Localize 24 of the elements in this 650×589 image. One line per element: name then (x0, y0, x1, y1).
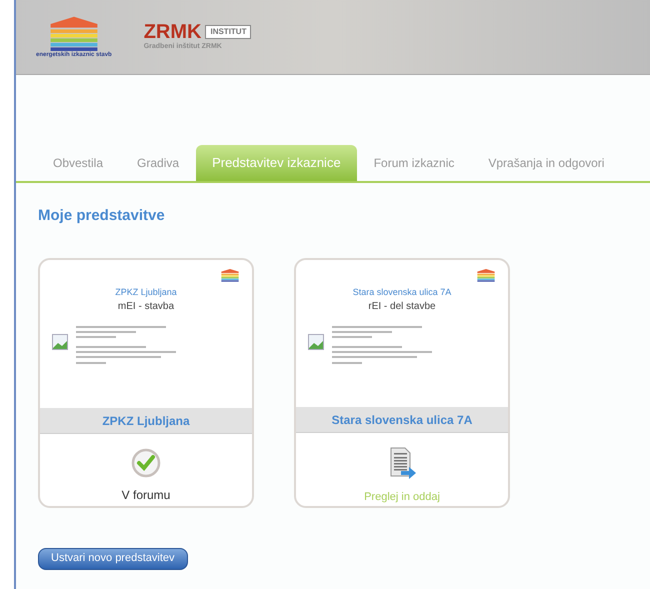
status-text[interactable]: V forumu (122, 486, 170, 504)
tab[interactable]: Forum izkaznic (356, 145, 472, 181)
card-title: Stara slovenska ulica 7A (352, 286, 452, 298)
card-subtitle: mEI - stavba (116, 300, 176, 314)
tab[interactable]: Vprašanja in odgovori (471, 145, 622, 181)
house-logo (476, 268, 496, 282)
card-subtitle: rEI - del stavbe (367, 300, 437, 314)
presentation-card[interactable]: ZPKZ Ljubljana mEI - stavba ZPKZ Ljubljana V forumu (38, 258, 254, 508)
create-button[interactable]: Ustvari novo predstavitev (38, 548, 188, 570)
tab[interactable]: Gradiva (120, 145, 196, 181)
broken-image-icon (308, 334, 324, 350)
checkmark-icon (131, 448, 161, 478)
card-title: ZPKZ Ljubljana (114, 286, 178, 299)
tab[interactable]: Obvestila (36, 145, 120, 181)
card-name: ZPKZ Ljubljana (102, 412, 190, 430)
status-text[interactable]: Preglej in oddaj (364, 489, 440, 506)
house-logo (220, 268, 240, 282)
section-title: Moje predstavitve (38, 206, 166, 226)
tab[interactable]: Predstavitev izkaznice (196, 145, 357, 181)
brand-badge: INSTITUT (205, 24, 252, 39)
brand-mark: ZRMK (144, 22, 202, 42)
card-name: Stara slovenska ulica 7A (332, 412, 472, 429)
presentation-card[interactable]: Stara slovenska ulica 7A rEI - del stavbe Stara slovenska ulica 7A Preglej in oddaj (294, 258, 510, 508)
broken-image-icon (52, 334, 68, 350)
